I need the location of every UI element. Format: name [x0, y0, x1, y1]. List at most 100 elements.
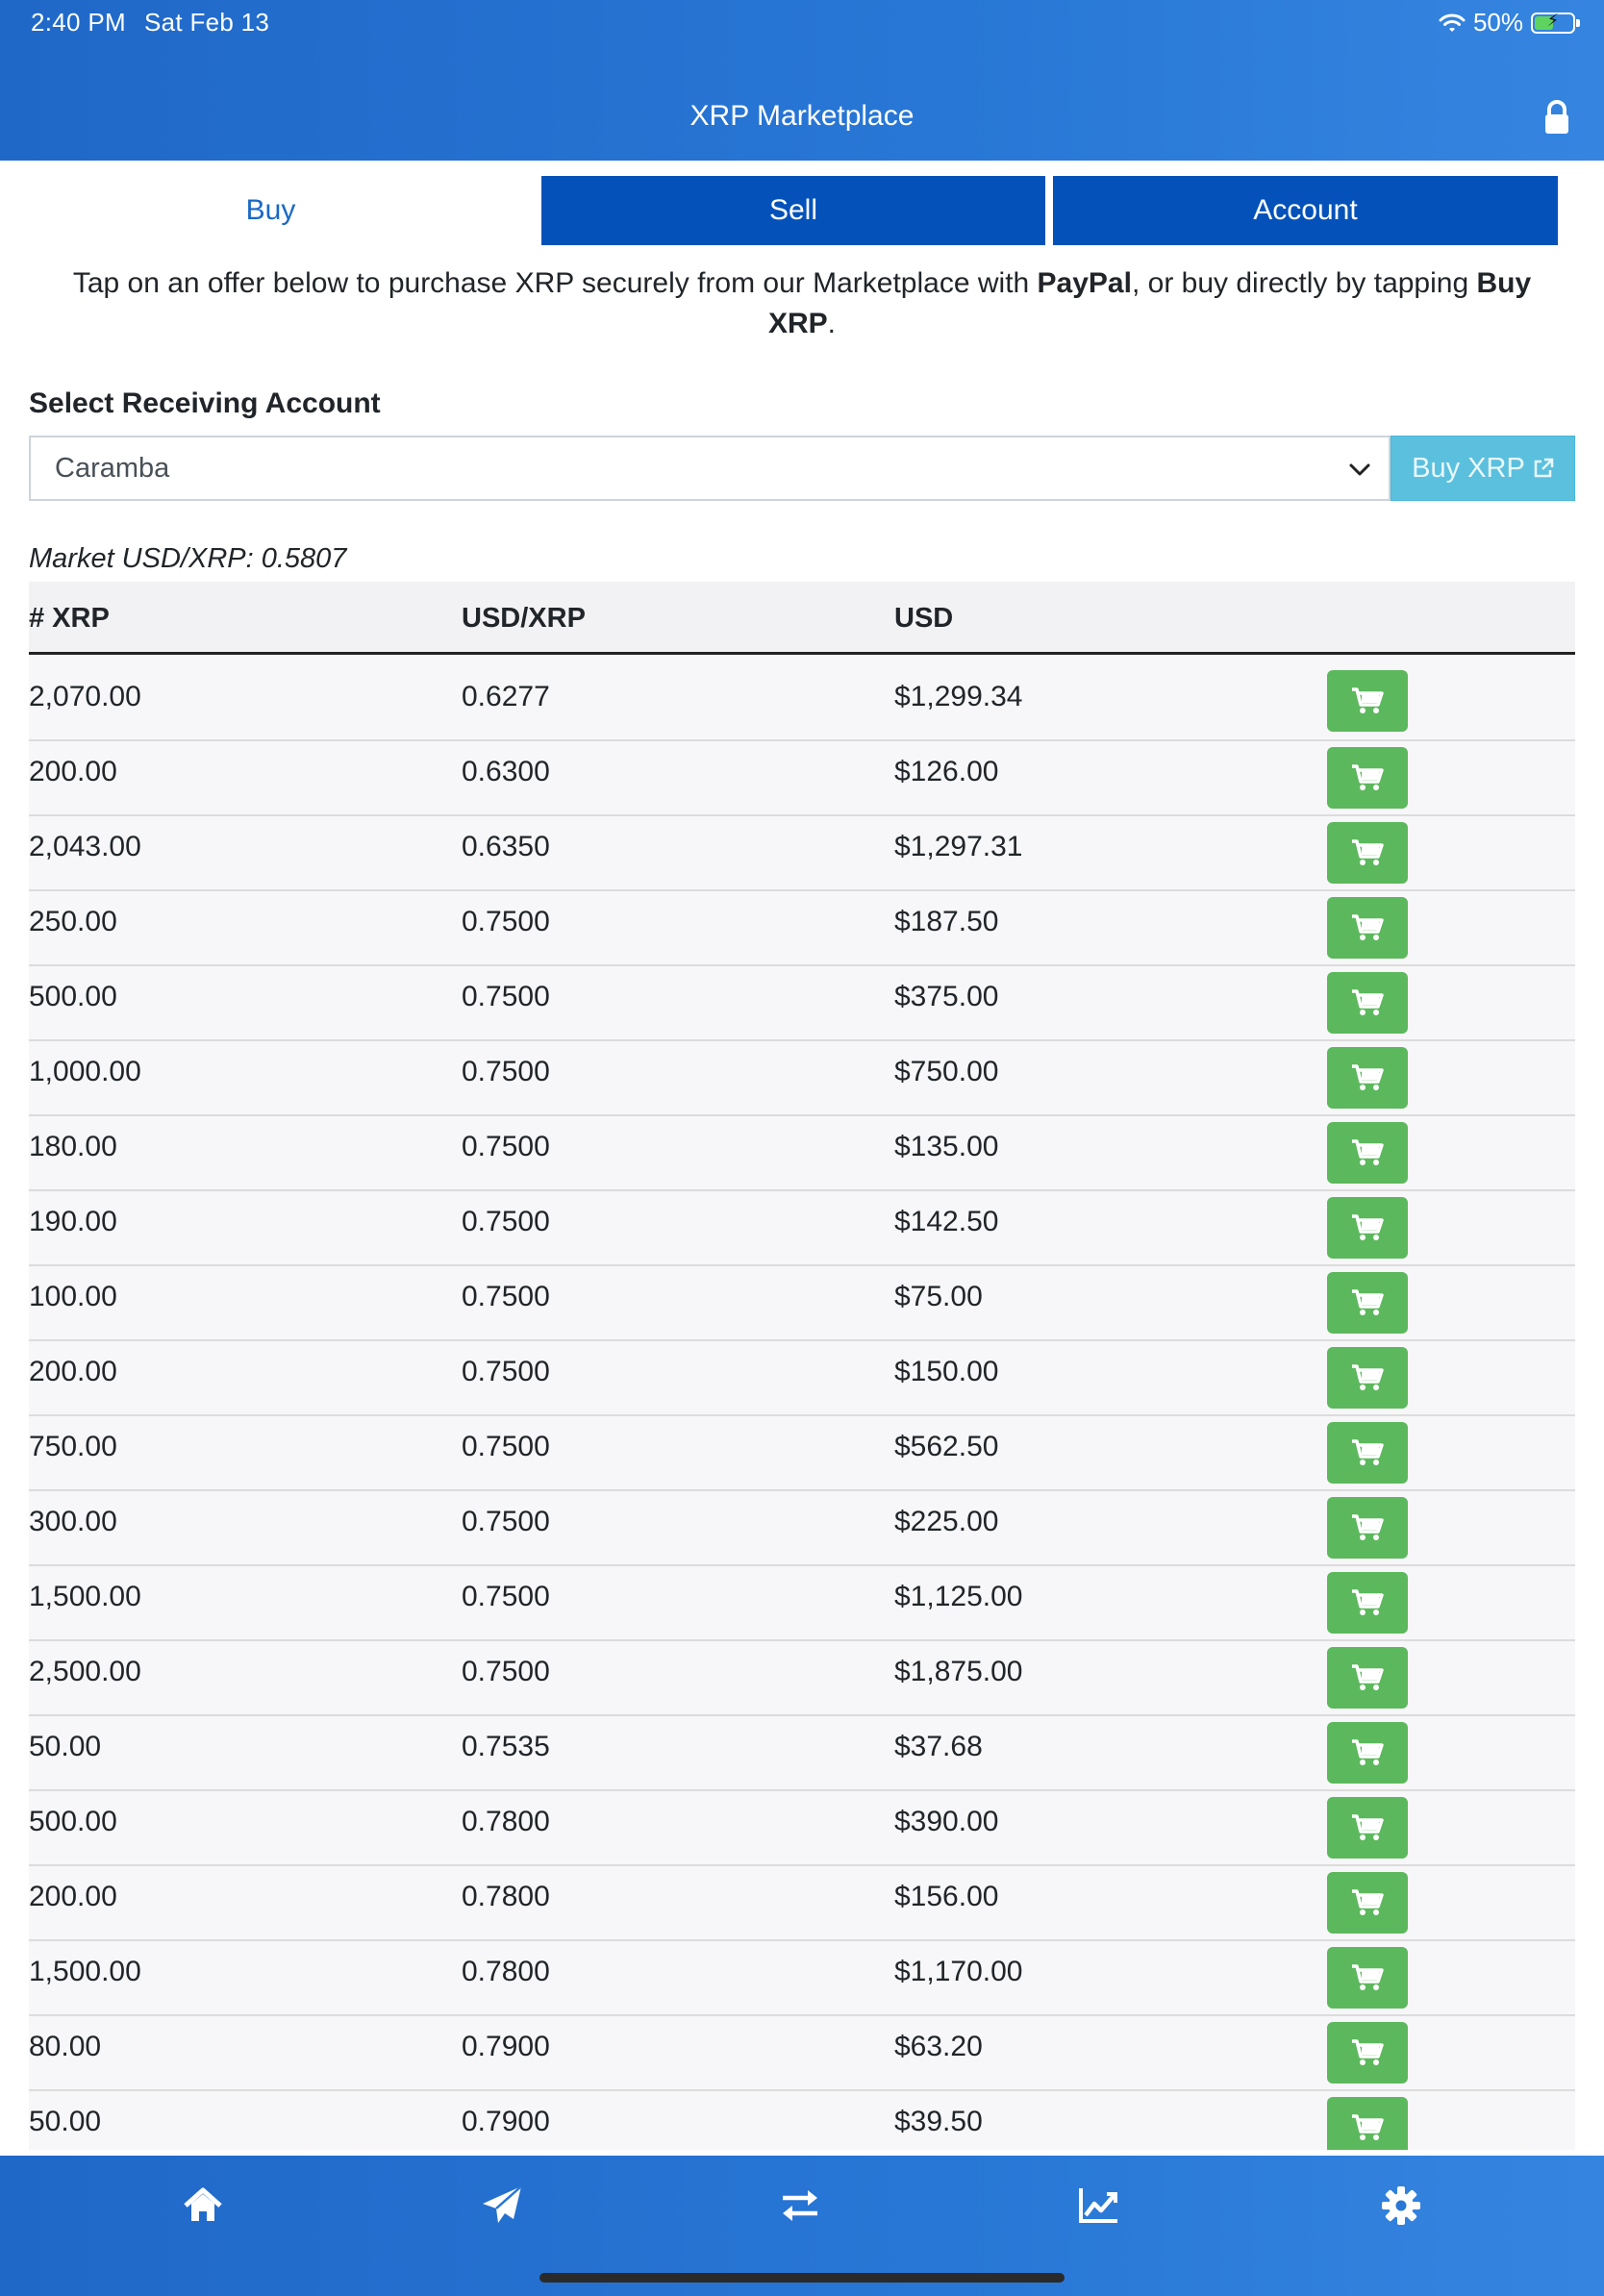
- gear-icon[interactable]: [1380, 2184, 1422, 2227]
- cart-button[interactable]: [1327, 1872, 1408, 1934]
- tab-sell[interactable]: Sell: [541, 176, 1045, 245]
- shopping-cart-icon: [1352, 1889, 1384, 1915]
- cart-button[interactable]: [1327, 1647, 1408, 1709]
- intro-paypal: PayPal: [1037, 267, 1132, 299]
- cell-usd: $63.20: [894, 2031, 983, 2062]
- shopping-cart-icon: [1352, 1439, 1384, 1465]
- cart-button[interactable]: [1327, 1122, 1408, 1184]
- exchange-icon[interactable]: [779, 2184, 821, 2227]
- table-row: 200.00 0.7800 $156.00: [29, 1866, 1575, 1941]
- header-usd: USD: [894, 603, 954, 634]
- cell-rate: 0.7800: [462, 1956, 550, 1987]
- shopping-cart-icon: [1352, 687, 1384, 713]
- cell-usd: $750.00: [894, 1056, 999, 1087]
- cell-xrp: 2,500.00: [29, 1656, 141, 1687]
- buy-xrp-label: Buy XRP: [1412, 452, 1525, 484]
- cell-rate: 0.7800: [462, 1806, 550, 1837]
- tab-bar: Buy Sell Account: [0, 176, 1604, 245]
- cell-usd: $1,125.00: [894, 1581, 1023, 1612]
- cell-usd: $375.00: [894, 981, 999, 1012]
- cart-button[interactable]: [1327, 822, 1408, 884]
- shopping-cart-icon: [1352, 1214, 1384, 1240]
- market-rate: Market USD/XRP: 0.5807: [29, 543, 347, 574]
- cart-button[interactable]: [1327, 1722, 1408, 1784]
- shopping-cart-icon: [1352, 1964, 1384, 1990]
- intro-part3: .: [827, 308, 837, 339]
- cell-xrp: 2,070.00: [29, 681, 141, 712]
- cell-usd: $562.50: [894, 1431, 999, 1462]
- battery-percent: 50%: [1472, 8, 1523, 37]
- cell-rate: 0.6300: [462, 756, 550, 787]
- cart-button[interactable]: [1327, 897, 1408, 959]
- bottom-nav: [0, 2156, 1604, 2296]
- shopping-cart-icon: [1352, 764, 1384, 790]
- cart-button[interactable]: [1327, 1422, 1408, 1484]
- cell-usd: $135.00: [894, 1131, 999, 1162]
- table-row: 200.00 0.6300 $126.00: [29, 741, 1575, 816]
- table-row: 50.00 0.7535 $37.68: [29, 1716, 1575, 1791]
- tab-account[interactable]: Account: [1053, 176, 1558, 245]
- cell-rate: 0.7500: [462, 1431, 550, 1462]
- cart-button[interactable]: [1327, 1572, 1408, 1634]
- cart-button[interactable]: [1327, 1797, 1408, 1859]
- table-row: 300.00 0.7500 $225.00: [29, 1491, 1575, 1566]
- cart-button[interactable]: [1327, 972, 1408, 1034]
- cart-button[interactable]: [1327, 2097, 1408, 2150]
- table-body: 2,070.00 0.6277 $1,299.34 200.00 0.6300 $126.…: [29, 655, 1575, 2150]
- cell-usd: $390.00: [894, 1806, 999, 1837]
- header-rate: USD/XRP: [462, 603, 586, 634]
- cell-usd: $1,875.00: [894, 1656, 1023, 1687]
- cart-button[interactable]: [1327, 1197, 1408, 1259]
- cart-button[interactable]: [1327, 1497, 1408, 1559]
- intro-part2: , or buy directly by tapping: [1131, 267, 1477, 299]
- cell-rate: 0.7500: [462, 1356, 550, 1387]
- shopping-cart-icon: [1352, 989, 1384, 1015]
- cell-usd: $187.50: [894, 906, 999, 937]
- cell-xrp: 1,500.00: [29, 1956, 141, 1987]
- cart-button[interactable]: [1327, 747, 1408, 809]
- receiving-account-label: Select Receiving Account: [29, 387, 381, 419]
- cart-button[interactable]: [1327, 1047, 1408, 1109]
- table-row: 2,500.00 0.7500 $1,875.00: [29, 1641, 1575, 1716]
- shopping-cart-icon: [1352, 1289, 1384, 1315]
- cell-rate: 0.7500: [462, 981, 550, 1012]
- send-icon[interactable]: [481, 2184, 523, 2227]
- home-icon[interactable]: [182, 2184, 224, 2227]
- cell-rate: 0.7535: [462, 1731, 550, 1762]
- app-header: 2:40 PM Sat Feb 13 50% ⚡ XRP Marketplace: [0, 0, 1604, 161]
- cell-rate: 0.7500: [462, 1131, 550, 1162]
- battery-icon: ⚡: [1531, 11, 1580, 34]
- cell-xrp: 500.00: [29, 1806, 117, 1837]
- table-row: 500.00 0.7800 $390.00: [29, 1791, 1575, 1866]
- table-row: 80.00 0.7900 $63.20: [29, 2016, 1575, 2091]
- chart-icon[interactable]: [1077, 2184, 1119, 2227]
- cart-button[interactable]: [1327, 670, 1408, 732]
- cell-xrp: 250.00: [29, 906, 117, 937]
- cell-rate: 0.7500: [462, 1656, 550, 1687]
- table-row: 1,000.00 0.7500 $750.00: [29, 1041, 1575, 1116]
- cell-rate: 0.6277: [462, 681, 550, 712]
- table-row: 250.00 0.7500 $187.50: [29, 891, 1575, 966]
- shopping-cart-icon: [1352, 1514, 1384, 1540]
- cell-usd: $142.50: [894, 1206, 999, 1237]
- table-row: 500.00 0.7500 $375.00: [29, 966, 1575, 1041]
- page-title: XRP Marketplace: [689, 100, 915, 132]
- cell-xrp: 100.00: [29, 1281, 117, 1312]
- table-row: 190.00 0.7500 $142.50: [29, 1191, 1575, 1266]
- cart-button[interactable]: [1327, 2022, 1408, 2084]
- cell-xrp: 300.00: [29, 1506, 117, 1537]
- cell-xrp: 50.00: [29, 1731, 102, 1762]
- cell-xrp: 190.00: [29, 1206, 117, 1237]
- receiving-account-select[interactable]: Caramba: [29, 436, 1391, 501]
- cell-usd: $150.00: [894, 1356, 999, 1387]
- cell-rate: 0.7500: [462, 1056, 550, 1087]
- cart-button[interactable]: [1327, 1347, 1408, 1409]
- chevron-down-icon: [1349, 463, 1370, 476]
- cart-button[interactable]: [1327, 1947, 1408, 2009]
- tab-buy[interactable]: Buy: [0, 176, 541, 245]
- home-indicator: [539, 2273, 1065, 2283]
- cart-button[interactable]: [1327, 1272, 1408, 1334]
- lock-icon[interactable]: [1542, 100, 1571, 135]
- buy-xrp-button[interactable]: Buy XRP: [1391, 436, 1575, 501]
- shopping-cart-icon: [1352, 2039, 1384, 2065]
